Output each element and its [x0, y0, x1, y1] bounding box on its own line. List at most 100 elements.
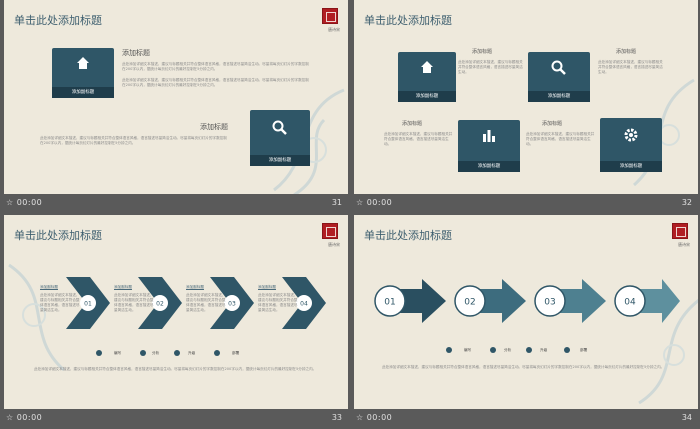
heading-placeholder[interactable]: 添加标题: [402, 120, 422, 127]
svg-text:02: 02: [464, 298, 475, 308]
svg-text:04: 04: [624, 298, 636, 308]
legend-dot: [174, 350, 180, 356]
heading-placeholder[interactable]: 添加标题: [542, 120, 562, 127]
legend-label: 升级: [188, 351, 196, 355]
slide-footer: ☆ 00:00 34: [354, 411, 698, 427]
svg-text:03: 03: [544, 298, 555, 308]
step-title[interactable]: 添加副标题: [186, 285, 204, 290]
svg-text:02: 02: [156, 301, 164, 308]
card-subtitle: 添加副标题: [600, 161, 662, 172]
gear-icon: [624, 128, 638, 142]
slide-canvas: 单击此处添加标题 唐诗宋 添加副标题 添加标题 此处添加详细文本描述，建议与标题…: [4, 0, 348, 194]
legend-dot: [214, 350, 220, 356]
arrow-process: 01 02 03 04: [374, 279, 680, 323]
body-text[interactable]: 此处添加详细文本描述，建议与标题相关并符合整体语言风格，语言描述尽量简洁生动。尽…: [34, 367, 324, 372]
seal-caption: 唐诗宋: [678, 242, 690, 247]
legend-dot: [446, 347, 452, 353]
seal-icon: [322, 223, 338, 239]
icon-card-search[interactable]: 添加副标题: [528, 52, 590, 102]
legend-dot: [526, 347, 532, 353]
card-subtitle: 添加副标题: [458, 161, 520, 172]
timing-label: ☆ 00:00: [356, 413, 393, 422]
step-text[interactable]: 此处添加详细文本描述，建议与标题相关并符合整体语言风格，语言描述尽量简洁生动。: [186, 293, 228, 313]
legend-dot: [140, 350, 146, 356]
step-title[interactable]: 添加副标题: [40, 285, 58, 290]
svg-text:04: 04: [300, 301, 308, 308]
slide-footer: ☆ 00:00 32: [354, 196, 698, 212]
slide-footer: ☆ 00:00 33: [4, 411, 348, 427]
slide-canvas: 单击此处添加标题 添加副标题 添加标题 此处添加详细文本描述，建议与标题相关并符…: [354, 0, 698, 194]
card-subtitle: 添加副标题: [398, 91, 456, 102]
heading-placeholder[interactable]: 添加标题: [200, 122, 228, 132]
process-step[interactable]: 01: [374, 279, 446, 323]
slide-footer: ☆ 00:00 31: [4, 196, 348, 212]
legend-dot: [96, 350, 102, 356]
timing-label: ☆ 00:00: [6, 413, 43, 422]
body-text[interactable]: 此处添加详细文本描述，建议与标题相关并符合整体语言风格，语言描述尽量简洁生动。尽…: [382, 365, 674, 370]
legend-label: 编写: [464, 348, 472, 352]
seal-icon: [672, 223, 688, 239]
legend-label: 部署: [232, 351, 240, 355]
step-text[interactable]: 此处添加详细文本描述，建议与标题相关并符合整体语言风格，语言描述尽量简洁生动。: [258, 293, 300, 313]
svg-text:01: 01: [384, 298, 395, 308]
body-text[interactable]: 此处添加详细文本描述，建议与标题相关并符合整体语言风格，语言描述尽量简洁生动。: [384, 132, 454, 147]
search-icon: [551, 60, 566, 75]
legend-label: 部署: [580, 348, 588, 352]
slide-title[interactable]: 单击此处添加标题: [364, 12, 452, 28]
process-step[interactable]: 02: [454, 279, 526, 323]
legend-label: 分析: [152, 351, 160, 355]
icon-card-home[interactable]: 添加副标题: [52, 48, 114, 98]
home-icon: [77, 57, 89, 69]
page-number: 31: [331, 198, 342, 207]
body-text[interactable]: 此处添加详细文本描述，建议与标题相关并符合整体语言风格，语言描述尽量简洁生动。尽…: [122, 62, 312, 72]
card-subtitle: 添加副标题: [250, 155, 310, 166]
slide-thumbnail-34[interactable]: 单击此处添加标题 唐诗宋 01 02 03 04 编写 分析 升级 部署 此处添…: [354, 215, 698, 429]
heading-placeholder[interactable]: 添加标题: [616, 48, 636, 55]
step-text[interactable]: 此处添加详细文本描述，建议与标题相关并符合整体语言风格，语言描述尽量简洁生动。: [40, 293, 82, 313]
legend-dot: [564, 347, 570, 353]
slide-title[interactable]: 单击此处添加标题: [14, 12, 102, 28]
step-title[interactable]: 添加副标题: [258, 285, 276, 290]
seal-caption: 唐诗宋: [328, 27, 340, 32]
icon-card-settings[interactable]: 添加副标题: [600, 118, 662, 172]
seal-caption: 唐诗宋: [328, 242, 340, 247]
page-number: 33: [331, 413, 342, 422]
heading-placeholder[interactable]: 添加标题: [472, 48, 492, 55]
home-icon: [421, 61, 433, 73]
timing-label: ☆ 00:00: [356, 198, 393, 207]
legend-label: 升级: [540, 348, 548, 352]
seal-icon: [322, 8, 338, 24]
svg-text:01: 01: [84, 301, 92, 308]
icon-card-search[interactable]: 添加副标题: [250, 110, 310, 166]
icon-card-home[interactable]: 添加副标题: [398, 52, 456, 102]
bar-chart-icon: [483, 130, 495, 142]
slide-canvas: 单击此处添加标题 唐诗宋 01 02 03 04: [4, 215, 348, 409]
slide-thumbnail-32[interactable]: 单击此处添加标题 添加副标题 添加标题 此处添加详细文本描述，建议与标题相关并符…: [354, 0, 698, 214]
search-icon: [272, 120, 287, 135]
step-text[interactable]: 此处添加详细文本描述，建议与标题相关并符合整体语言风格，语言描述尽量简洁生动。: [114, 293, 156, 313]
page-number: 34: [681, 413, 692, 422]
slide-thumbnail-31[interactable]: 单击此处添加标题 唐诗宋 添加副标题 添加标题 此处添加详细文本描述，建议与标题…: [4, 0, 348, 214]
legend-dot: [490, 347, 496, 353]
process-step[interactable]: 04: [614, 279, 680, 323]
icon-card-chart[interactable]: 添加副标题: [458, 120, 520, 172]
body-text[interactable]: 此处添加详细文本描述，建议与标题相关并符合整体语言风格，语言描述尽量简洁生动。: [526, 132, 596, 147]
body-text[interactable]: 此处添加详细文本描述，建议与标题相关并符合整体语言风格，语言描述尽量简洁生动。尽…: [122, 78, 312, 88]
page-number: 32: [681, 198, 692, 207]
slide-title[interactable]: 单击此处添加标题: [14, 227, 102, 243]
heading-placeholder[interactable]: 添加标题: [122, 48, 150, 58]
slide-canvas: 单击此处添加标题 唐诗宋 01 02 03 04: [354, 215, 698, 409]
legend-label: 编写: [114, 351, 122, 355]
card-subtitle: 添加副标题: [52, 87, 114, 98]
body-text[interactable]: 此处添加详细文本描述，建议与标题相关并符合整体语言风格，语言描述尽量简洁生动。尽…: [40, 136, 230, 146]
slide-thumbnail-33[interactable]: 单击此处添加标题 唐诗宋 01 02 03 04 添加副标题 此处添加详细文本描…: [4, 215, 348, 429]
svg-text:03: 03: [228, 301, 236, 308]
legend-label: 分析: [504, 348, 512, 352]
card-subtitle: 添加副标题: [528, 91, 590, 102]
slide-title[interactable]: 单击此处添加标题: [364, 227, 452, 243]
body-text[interactable]: 此处添加详细文本描述，建议与标题相关并符合整体语言风格，语言描述尽量简洁生动。: [458, 60, 524, 75]
process-step[interactable]: 03: [534, 279, 606, 323]
body-text[interactable]: 此处添加详细文本描述，建议与标题相关并符合整体语言风格，语言描述尽量简洁生动。: [598, 60, 664, 75]
timing-label: ☆ 00:00: [6, 198, 43, 207]
step-title[interactable]: 添加副标题: [114, 285, 132, 290]
